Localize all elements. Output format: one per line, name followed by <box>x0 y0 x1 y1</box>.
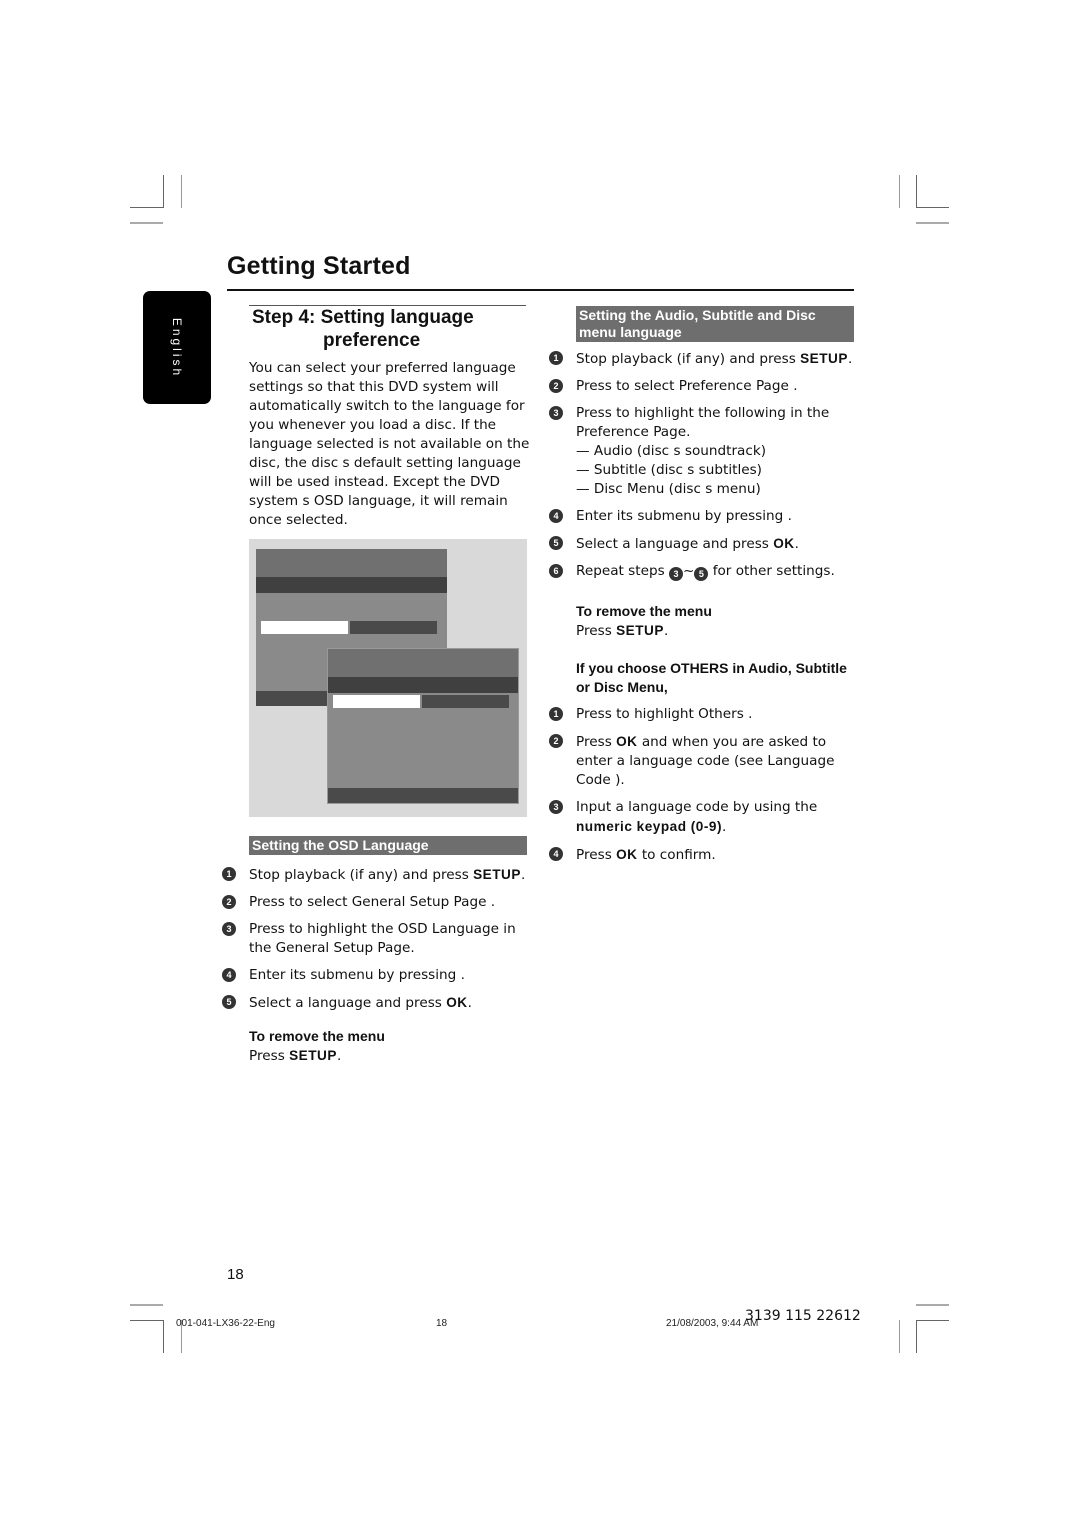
part-number: 3139 115 22612 <box>745 1308 861 1324</box>
step-number-icon: 3 <box>222 922 236 936</box>
step-ref-icon: 5 <box>694 567 709 581</box>
page-number: 18 <box>227 1266 244 1283</box>
step-ref-icon: 3 <box>668 567 683 581</box>
audio-step: 6 Repeat steps 3 ~5 for other settings. <box>549 562 859 581</box>
step-number-icon: 5 <box>222 995 236 1009</box>
step-number-icon: 2 <box>222 895 236 909</box>
sub-item-subtitle: — Subtitle (disc s subtitles) <box>576 462 762 478</box>
audio-step: 2 Press to select Preference Page . <box>549 377 859 396</box>
step-number-icon: 1 <box>222 867 236 881</box>
sheet-number: 18 <box>436 1318 448 1329</box>
sub-item-disc-menu: — Disc Menu (disc s menu) <box>576 481 761 497</box>
crop-mark <box>916 1320 917 1353</box>
step-number-icon: 4 <box>549 847 563 861</box>
step-number-icon: 1 <box>549 707 563 721</box>
crop-mark <box>916 1320 949 1321</box>
step-title-line1: Step 4: Setting language <box>252 307 474 328</box>
audio-step: 1 Stop playback (if any) and press SETUP. <box>549 349 859 369</box>
section-title: Getting Started <box>227 252 411 280</box>
osd-steps-list: 1 Stop playback (if any) and press SETUP.… <box>222 865 532 1021</box>
audio-subtitle-heading: Setting the Audio, Subtitle and Disc men… <box>576 306 854 342</box>
menu-illustration <box>249 539 527 817</box>
step-number-icon: 4 <box>549 509 563 523</box>
crop-mark <box>899 175 900 208</box>
step-number-icon: 2 <box>549 734 563 748</box>
crop-mark <box>163 175 164 208</box>
crop-mark <box>130 222 163 224</box>
crop-mark <box>899 1320 900 1353</box>
menu-tab-bar <box>256 577 447 593</box>
step-title-line2: preference <box>323 330 421 351</box>
audio-step: 3 Press to highlight the following in the… <box>549 404 859 499</box>
others-heading: If you choose OTHERS in Audio, Subtitle … <box>576 660 847 695</box>
submenu-window <box>327 648 519 804</box>
language-tab-label: English <box>170 317 184 378</box>
remove-menu-title: To remove the menu <box>576 603 712 619</box>
others-step: 4 Press OK to confirm. <box>549 845 859 865</box>
submenu-highlighted-item <box>333 695 420 708</box>
crop-mark <box>181 175 182 208</box>
crop-mark <box>916 207 949 208</box>
step-number-icon: 3 <box>549 406 563 420</box>
submenu-footer <box>328 788 518 803</box>
crop-mark <box>130 1304 163 1306</box>
crop-mark <box>916 175 917 208</box>
step-number-icon: 1 <box>549 351 563 365</box>
others-step: 1 Press to highlight Others . <box>549 705 859 724</box>
submenu-title-bar <box>328 649 518 677</box>
osd-step: 2 Press to select General Setup Page . <box>222 893 532 912</box>
sub-item-audio: — Audio (disc s soundtrack) <box>576 443 767 459</box>
highlighted-item <box>261 621 348 634</box>
menu-title-bar <box>256 549 447 577</box>
audio-steps-list: 1 Stop playback (if any) and press SETUP.… <box>549 349 859 589</box>
others-steps-list: 1 Press to highlight Others . 2 Press OK a… <box>549 705 859 873</box>
step-title: Step 4: Setting language preference <box>252 306 474 352</box>
step-number-icon: 5 <box>549 536 563 550</box>
crop-mark <box>916 222 949 224</box>
audio-remove-menu: To remove the menu Press SETUP. <box>576 603 712 639</box>
others-step: 3 Input a language code by using the nume… <box>549 798 859 837</box>
step-number-icon: 6 <box>549 564 563 578</box>
audio-step: 5 Select a language and press OK. <box>549 534 859 554</box>
crop-mark <box>916 1304 949 1306</box>
item-value <box>350 621 437 634</box>
osd-step: 5 Select a language and press OK. <box>222 993 532 1013</box>
others-step: 2 Press OK and when you are asked to ente… <box>549 732 859 790</box>
osd-remove-menu: To remove the menu Press SETUP. <box>249 1028 385 1064</box>
language-tab: English <box>143 291 211 404</box>
crop-mark <box>163 1320 164 1353</box>
submenu-tab-bar <box>328 677 518 693</box>
submenu-item-value <box>422 695 509 708</box>
osd-step: 4 Enter its submenu by pressing . <box>222 966 532 985</box>
step-number-icon: 2 <box>549 379 563 393</box>
crop-mark <box>130 1320 163 1321</box>
file-code: 001-041-LX36-22-Eng <box>176 1318 275 1329</box>
title-divider <box>227 289 854 291</box>
osd-step: 3 Press to highlight the OSD Language in … <box>222 920 532 958</box>
step-number-icon: 4 <box>222 968 236 982</box>
remove-menu-title: To remove the menu <box>249 1028 385 1044</box>
osd-step: 1 Stop playback (if any) and press SETUP. <box>222 865 532 885</box>
step-number-icon: 3 <box>549 800 563 814</box>
intro-paragraph: You can select your preferred language s… <box>249 360 530 528</box>
osd-language-heading: Setting the OSD Language <box>249 836 527 855</box>
audio-step: 4 Enter its submenu by pressing . <box>549 507 859 526</box>
